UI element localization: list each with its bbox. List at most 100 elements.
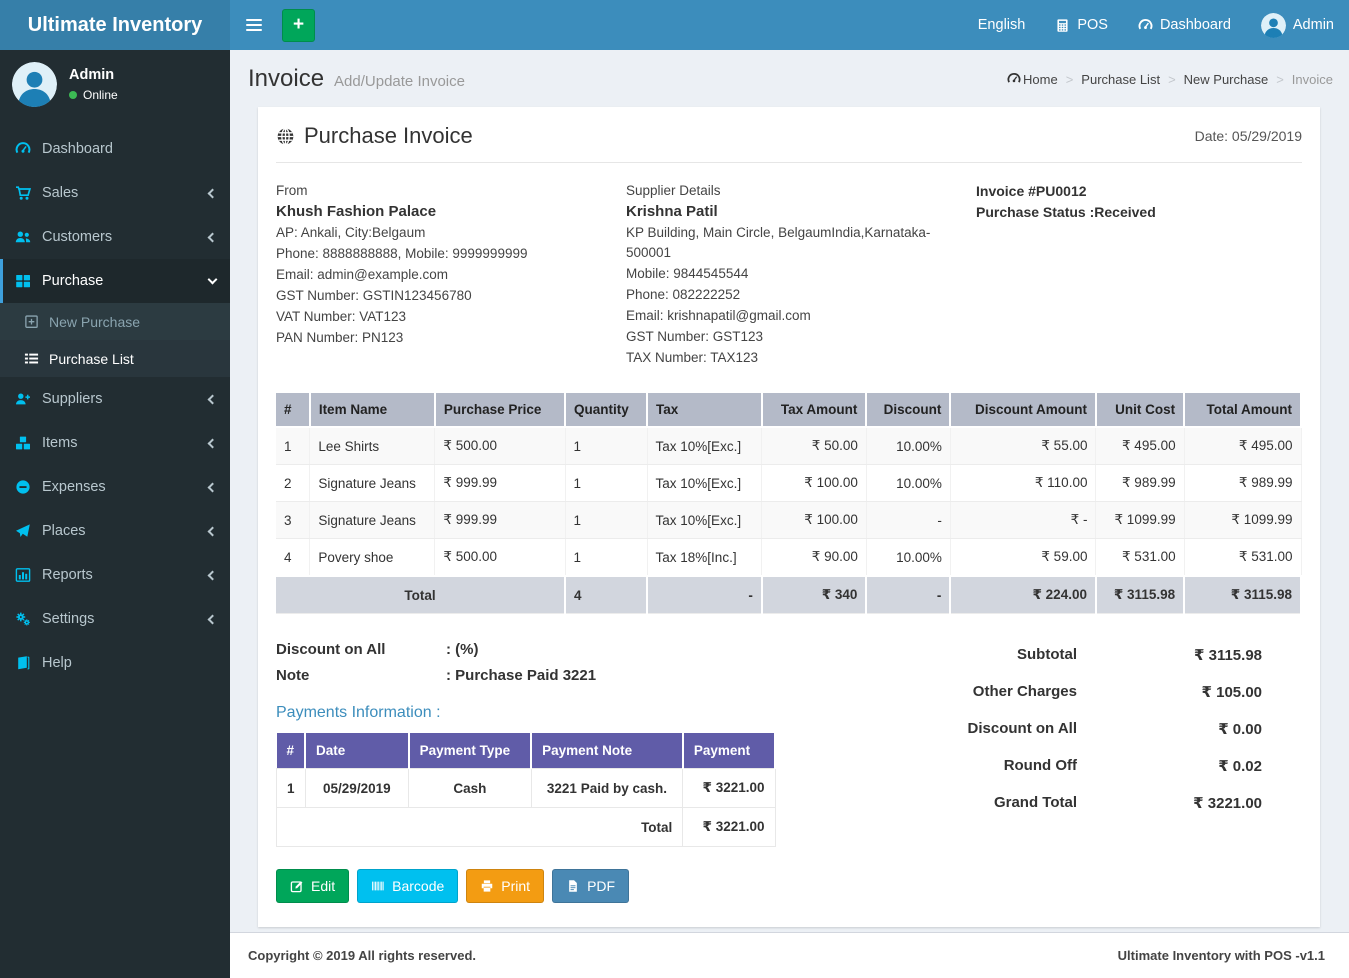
invoice-title: Purchase Invoice — [276, 123, 473, 149]
sidebar-item-label: Customers — [42, 229, 113, 245]
sidebar-subitem-new-purchase[interactable]: New Purchase — [0, 303, 230, 340]
sidebar-item-label: Purchase — [42, 273, 104, 289]
user-label: Admin — [1292, 17, 1334, 33]
cell-num: 3 — [276, 501, 311, 539]
cell-item-name: Signature Jeans — [309, 464, 436, 502]
payments-col-payment-type: Payment Type — [408, 733, 533, 769]
cell-unit-cost: ₹ 1099.99 — [1095, 501, 1185, 539]
summary-value: ₹ 3115.98 — [1194, 646, 1262, 664]
sidebar-item-reports[interactable]: Reports — [0, 553, 230, 597]
from-line: PAN Number: PN123 — [276, 330, 404, 345]
user-menu[interactable]: Admin — [1246, 0, 1349, 50]
cell-item-name: Signature Jeans — [309, 501, 436, 539]
sidebar-item-sales[interactable]: Sales — [0, 171, 230, 215]
print-button[interactable]: Print — [466, 869, 545, 903]
barcode-button[interactable]: Barcode — [357, 869, 459, 903]
sidebar-item-customers[interactable]: Customers — [0, 215, 230, 259]
sidebar-user-status[interactable]: Online — [69, 88, 118, 102]
online-dot-icon — [69, 91, 77, 99]
plus-square-icon — [25, 315, 38, 328]
cell-total-amount: ₹ 495.00 — [1184, 427, 1302, 465]
breadcrumb-label: Home — [1023, 71, 1058, 87]
supplier-line: Mobile: 9844545544 — [626, 266, 749, 281]
pos-link[interactable]: POS — [1040, 0, 1123, 50]
summary-value: ₹ 105.00 — [1201, 683, 1262, 701]
summary-row-other-charges: Other Charges ₹ 105.00 — [916, 673, 1262, 710]
cell-purchase-price: ₹ 500.00 — [434, 427, 566, 465]
supplier-block: Supplier Details Krishna Patil KP Buildi… — [626, 181, 952, 369]
sidebar-subitem-purchase-list[interactable]: Purchase List — [0, 340, 230, 377]
cell-num: 1 — [276, 768, 306, 808]
payments-total-row: Total ₹ 3221.00 — [275, 807, 776, 847]
language-label: English — [977, 17, 1026, 33]
breadcrumb-home[interactable]: Home — [1007, 72, 1058, 87]
table-row: 2 Signature Jeans ₹ 999.99 1 Tax 10%[Exc.] ₹ … — [276, 464, 1302, 502]
language-menu[interactable]: English — [963, 0, 1041, 50]
breadcrumb-new-purchase[interactable]: New Purchase — [1184, 72, 1269, 87]
print-icon — [482, 880, 493, 892]
dashboard-icon — [1007, 72, 1021, 83]
cell-payment-type: Cash — [408, 768, 532, 808]
sidebar-item-expenses[interactable]: Expenses — [0, 465, 230, 509]
items-total-label: Total — [276, 575, 567, 614]
breadcrumb-purchase-list[interactable]: Purchase List — [1081, 72, 1160, 87]
brand-logo[interactable]: Ultimate Inventory — [0, 0, 230, 50]
items-total-quantity: 4 — [565, 575, 649, 614]
cell-tax-amount: ₹ 90.00 — [761, 538, 867, 577]
items-total-tax: - — [647, 575, 763, 614]
sidebar-item-help[interactable]: Help — [0, 641, 230, 685]
cell-discount-amount: ₹ 59.00 — [950, 538, 1097, 577]
lower-section: Discount on All : (%) Note : Purchase Pa… — [275, 632, 1302, 903]
cell-date: 05/29/2019 — [304, 768, 410, 808]
topnav-right: English POS Dashboard Admin — [963, 0, 1349, 50]
sidebar-item-label: Suppliers — [42, 391, 103, 407]
sidebar-item-purchase[interactable]: Purchase — [0, 259, 230, 303]
sidebar-item-dashboard[interactable]: Dashboard — [0, 127, 230, 171]
pdf-button[interactable]: PDF — [552, 869, 630, 903]
breadcrumb-label: Purchase List — [1081, 71, 1161, 87]
users-icon — [15, 231, 31, 243]
chevron-left-icon — [207, 232, 218, 242]
purchase-items-table: # Item Name Purchase Price Quantity Tax Tax A… — [276, 393, 1302, 614]
supplier-label: Supplier Details — [626, 183, 721, 198]
discount-on-all-row: Discount on All : (%) — [276, 641, 479, 658]
chevron-left-icon — [207, 188, 218, 198]
cell-num: 2 — [276, 464, 311, 502]
cell-discount-amount: ₹ 110.00 — [950, 464, 1097, 502]
gauge-icon — [15, 142, 31, 154]
from-line: GST Number: GSTIN123456780 — [276, 288, 472, 303]
summary-value: ₹ 0.00 — [1218, 720, 1262, 738]
sidebar-toggle-button[interactable] — [230, 0, 278, 50]
sidebar-item-label: Help — [42, 655, 72, 671]
dashboard-link[interactable]: Dashboard — [1123, 0, 1246, 50]
cell-unit-cost: ₹ 989.99 — [1095, 464, 1185, 502]
items-col-discount: Discount — [866, 393, 952, 428]
sidebar-user-panel: Admin Online — [0, 50, 230, 121]
cell-purchase-price: ₹ 500.00 — [434, 538, 566, 577]
cell-discount: 10.00% — [866, 538, 951, 577]
items-col-unit-cost: Unit Cost — [1095, 393, 1186, 428]
button-label: Edit — [311, 878, 336, 894]
cell-discount-amount: ₹ - — [950, 501, 1097, 539]
cell-total-amount: ₹ 531.00 — [1184, 538, 1302, 577]
cell-tax: Tax 10%[Exc.] — [647, 501, 763, 539]
items-col-num: # — [276, 393, 311, 428]
page-title: Invoice Add/Update Invoice — [248, 65, 465, 92]
cell-item-name: Povery shoe — [309, 538, 436, 577]
items-col-tax-amount: Tax Amount — [761, 393, 868, 428]
minus-circle-icon — [16, 480, 30, 494]
edit-button[interactable]: Edit — [276, 869, 350, 903]
from-name: Khush Fashion Palace — [276, 203, 437, 220]
sidebar-item-suppliers[interactable]: Suppliers — [0, 377, 230, 421]
sidebar-item-items[interactable]: Items — [0, 421, 230, 465]
from-line: Phone: 8888888888, Mobile: 9999999999 — [276, 246, 528, 261]
gauge-icon — [1138, 18, 1153, 29]
sidebar-item-settings[interactable]: Settings — [0, 597, 230, 641]
supplier-line: KP Building, Main Circle, BelgaumIndia,K… — [626, 225, 931, 260]
sidebar-item-places[interactable]: Places — [0, 509, 230, 553]
cell-tax: Tax 18%[Inc.] — [647, 538, 763, 577]
add-button[interactable]: + — [282, 8, 315, 42]
cell-total-amount: ₹ 1099.99 — [1184, 501, 1302, 539]
invoice-summary: Subtotal ₹ 3115.98 Other Charges ₹ 105.00 Di… — [916, 632, 1262, 903]
cell-tax-amount: ₹ 50.00 — [761, 427, 867, 465]
